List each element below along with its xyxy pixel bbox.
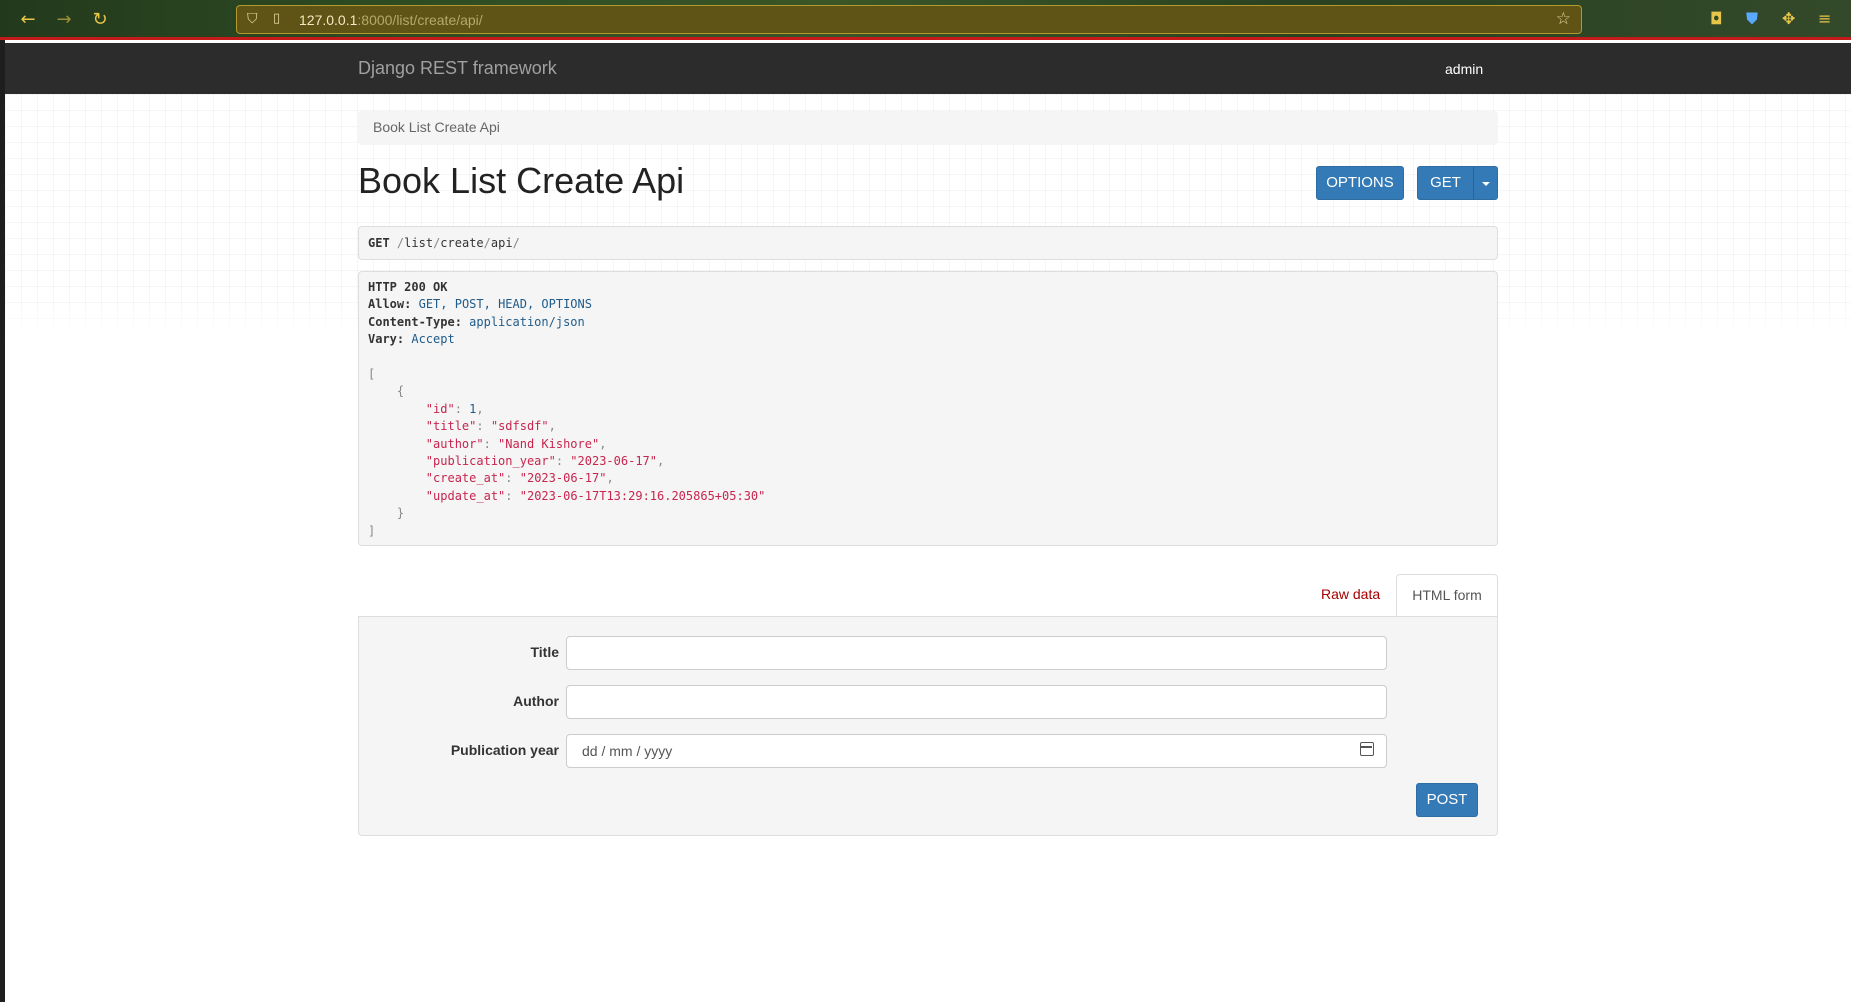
- url-path: :8000/list/create/api/: [357, 12, 483, 28]
- back-icon[interactable]: ←: [16, 8, 40, 32]
- breadcrumb-item-active: Book List Create Api: [373, 119, 500, 135]
- extension-shield-icon[interactable]: ⛊: [1746, 9, 1758, 29]
- post-button[interactable]: POST: [1416, 783, 1478, 817]
- request-path-part: api: [490, 236, 513, 250]
- json-create-at: 2023-06-17: [526, 471, 600, 486]
- menu-icon[interactable]: ≡: [1818, 9, 1831, 28]
- options-button[interactable]: OPTIONS: [1316, 166, 1404, 200]
- get-format-dropdown-button[interactable]: [1473, 166, 1498, 200]
- pocket-icon[interactable]: ◘: [1710, 9, 1723, 28]
- drf-navbar: Django REST framework admin: [5, 43, 1851, 94]
- brand-link[interactable]: Django REST framework: [358, 58, 557, 79]
- url-text[interactable]: 127.0.0.1:8000/list/create/api/: [299, 12, 483, 28]
- author-input[interactable]: [566, 685, 1387, 719]
- request-info: GET /list/create/api/: [358, 226, 1498, 260]
- tab-html-form[interactable]: HTML form: [1396, 574, 1498, 617]
- request-method: GET: [368, 236, 390, 250]
- response-info: HTTP 200 OK Allow: GET, POST, HEAD, OPTI…: [358, 271, 1498, 546]
- tab-raw-data[interactable]: Raw data: [1321, 586, 1380, 602]
- calendar-icon[interactable]: [1360, 742, 1374, 756]
- address-bar[interactable]: ⛉ ▯ 127.0.0.1:8000/list/create/api/ ☆: [236, 5, 1582, 34]
- request-path-part: list: [404, 236, 434, 250]
- reload-icon[interactable]: ↻: [88, 8, 112, 32]
- json-update-at: 2023-06-17T13:29:16.205865+05:30: [526, 488, 759, 503]
- form-tabs: Raw data HTML form: [358, 573, 1498, 617]
- html-form: Title Author Publication year dd / mm / …: [358, 616, 1498, 836]
- response-header-key: Content-Type:: [368, 314, 462, 329]
- title-label: Title: [530, 644, 559, 660]
- extensions-icon[interactable]: ✥: [1782, 9, 1795, 28]
- title-input[interactable]: [566, 636, 1387, 670]
- forward-icon[interactable]: →: [52, 8, 76, 32]
- response-header-value: application/json: [469, 314, 585, 329]
- response-header-value: Accept: [411, 332, 455, 347]
- date-placeholder: dd / mm / yyyy: [582, 743, 673, 759]
- json-author: Nand Kishore: [505, 436, 592, 451]
- request-path-part: create: [440, 236, 484, 250]
- publication-year-label: Publication year: [450, 742, 559, 758]
- browser-toolbar: ← → ↻ ⛉ ▯ 127.0.0.1:8000/list/create/api…: [0, 0, 1851, 40]
- page-title: Book List Create Api: [358, 160, 685, 201]
- caret-down-icon: [1482, 182, 1490, 186]
- response-header-value: GET, POST, HEAD, OPTIONS: [418, 297, 592, 312]
- author-label: Author: [513, 693, 559, 709]
- breadcrumb: Book List Create Api: [358, 111, 1498, 145]
- bookmark-star-icon[interactable]: ☆: [1556, 9, 1571, 29]
- shield-icon: ⛉: [247, 11, 258, 27]
- json-publication-year: 2023-06-17: [577, 454, 650, 469]
- page-info-icon[interactable]: ▯: [273, 11, 280, 26]
- publication-year-date-input[interactable]: dd / mm / yyyy: [566, 734, 1387, 768]
- response-header-key: Vary:: [368, 332, 405, 347]
- response-status: HTTP 200 OK: [368, 280, 448, 294]
- get-button[interactable]: GET: [1417, 166, 1474, 200]
- response-header-key: Allow:: [368, 297, 412, 312]
- json-title: sdfsdf: [498, 419, 542, 434]
- url-host: 127.0.0.1: [299, 12, 358, 28]
- user-menu[interactable]: admin: [1445, 61, 1483, 77]
